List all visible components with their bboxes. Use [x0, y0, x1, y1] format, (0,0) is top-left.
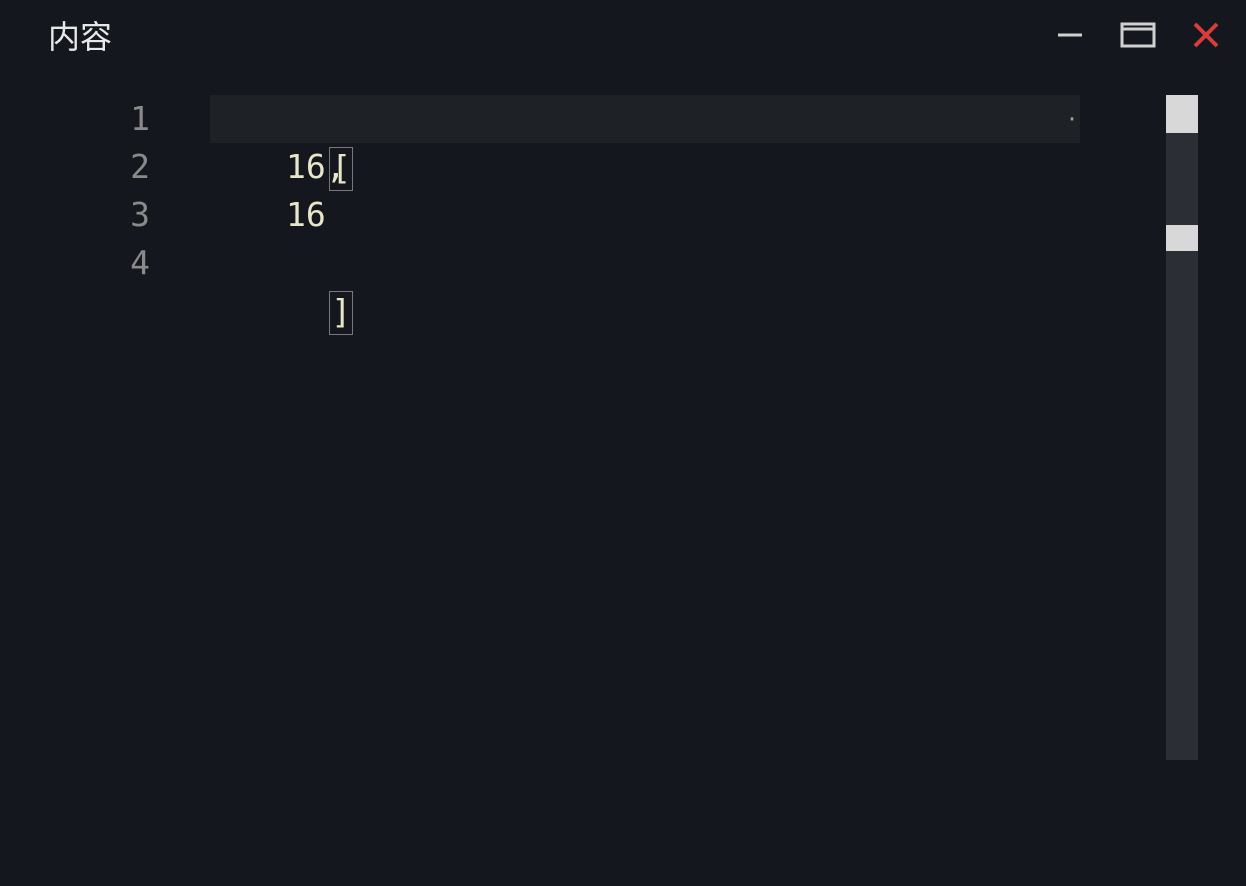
maximize-button[interactable]: [1118, 15, 1158, 55]
scrollbar-thumb[interactable]: [1166, 95, 1198, 133]
minimize-icon: [1054, 19, 1086, 51]
line-number: 3: [0, 191, 210, 239]
code-line[interactable]: ]: [210, 239, 1246, 287]
code-text: 16,: [286, 147, 346, 186]
code-line[interactable]: 16,: [210, 143, 1246, 191]
bracket-close: ]: [329, 291, 353, 335]
titlebar: 内容: [0, 0, 1246, 70]
code-line[interactable]: [ ·: [210, 95, 1080, 143]
minimize-button[interactable]: [1050, 15, 1090, 55]
close-icon: [1191, 20, 1221, 50]
editor[interactable]: 1 2 3 4 [ · 16, 16 ]: [0, 95, 1246, 886]
line-number: 1: [0, 95, 210, 143]
code-line[interactable]: 16: [210, 191, 1246, 239]
close-button[interactable]: [1186, 15, 1226, 55]
scrollbar-mark: [1166, 225, 1198, 251]
window-title: 内容: [48, 12, 112, 58]
code-text: 16: [286, 195, 326, 234]
maximize-icon: [1120, 20, 1156, 50]
code-content[interactable]: [ · 16, 16 ]: [210, 95, 1246, 886]
gutter: 1 2 3 4: [0, 95, 210, 886]
window-controls: [1050, 15, 1226, 55]
line-number: 4: [0, 239, 210, 287]
line-number: 2: [0, 143, 210, 191]
cursor-mark: ·: [1066, 95, 1078, 143]
vertical-scrollbar[interactable]: [1166, 95, 1198, 760]
